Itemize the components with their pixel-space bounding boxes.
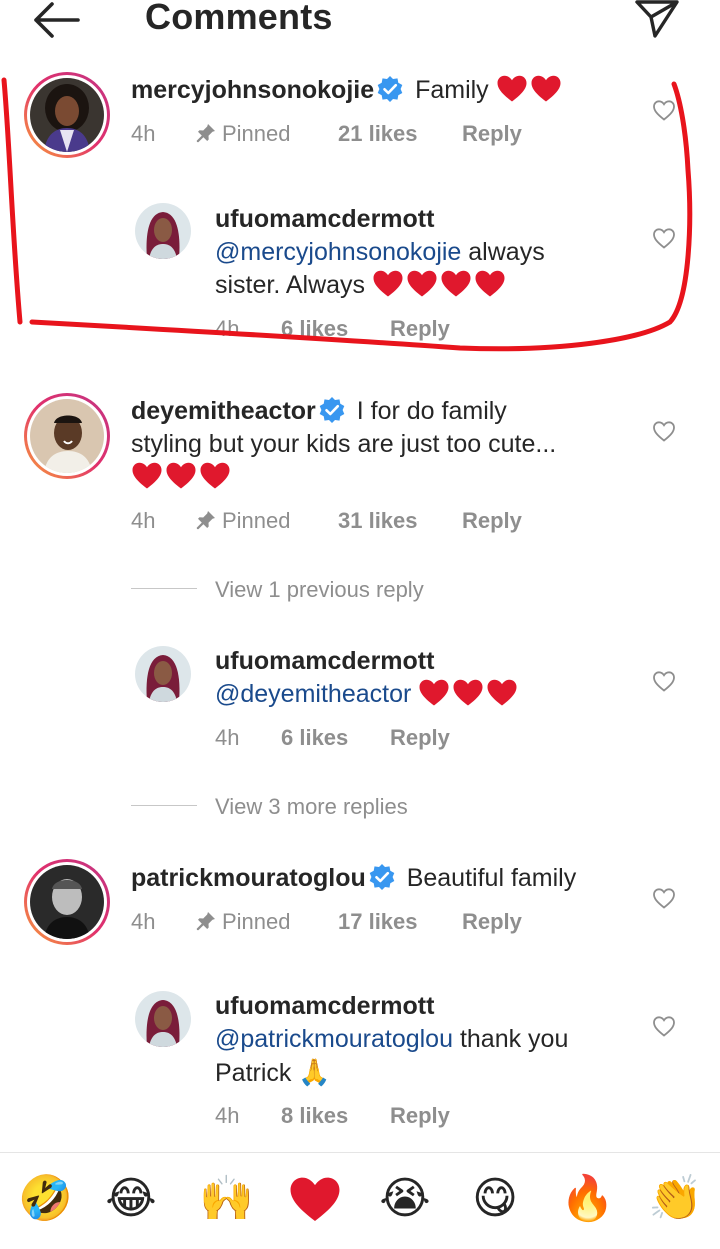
emoji-rofl-button[interactable]: 🤣 bbox=[18, 1172, 73, 1226]
divider bbox=[131, 588, 197, 589]
pinned-label: Pinned bbox=[196, 909, 291, 935]
comment-text: I for do family bbox=[356, 397, 507, 425]
heart-emoji bbox=[199, 461, 231, 490]
avatar[interactable] bbox=[24, 393, 110, 479]
reply-button[interactable]: Reply bbox=[390, 1103, 450, 1128]
reply-button[interactable]: Reply bbox=[390, 725, 450, 750]
verified-icon bbox=[318, 396, 346, 424]
emoji-raised-hands-button[interactable]: 🙌 bbox=[199, 1172, 254, 1226]
emoji-clap-button[interactable]: 👏 bbox=[648, 1172, 703, 1226]
emoji-fire-button[interactable]: 🔥 bbox=[560, 1172, 615, 1226]
comment-text: styling but your kids are just too cute.… bbox=[131, 430, 557, 458]
avatar[interactable] bbox=[135, 646, 191, 702]
emoji-heart-button[interactable] bbox=[288, 1174, 342, 1224]
like-heart-icon[interactable] bbox=[652, 670, 676, 692]
reply-username[interactable]: ufuomamcdermott bbox=[215, 992, 434, 1020]
reply-text: thank you bbox=[459, 1025, 569, 1053]
reply-time: 4h bbox=[215, 725, 240, 750]
emoji-sob-button[interactable]: 😭 bbox=[378, 1172, 432, 1226]
heart-emoji bbox=[452, 678, 484, 707]
heart-emoji bbox=[486, 678, 518, 707]
reply-button[interactable]: Reply bbox=[462, 909, 522, 934]
avatar[interactable] bbox=[24, 859, 110, 945]
comment-text: Beautiful family bbox=[406, 864, 577, 892]
like-heart-icon[interactable] bbox=[652, 1015, 676, 1037]
likes-count[interactable]: 8 likes bbox=[281, 1103, 348, 1128]
reply-username[interactable]: ufuomamcdermott bbox=[215, 647, 434, 675]
page-title: Comments bbox=[145, 0, 333, 37]
pinned-label: Pinned bbox=[196, 508, 291, 534]
divider bbox=[131, 805, 197, 806]
avatar[interactable] bbox=[135, 991, 191, 1047]
heart-emoji bbox=[131, 461, 163, 490]
mention-link[interactable]: @deyemitheactor bbox=[215, 680, 411, 708]
like-heart-icon[interactable] bbox=[652, 887, 676, 909]
emoji-joy-button[interactable]: 😂 bbox=[104, 1172, 158, 1226]
red-annotation-outline bbox=[1, 77, 693, 352]
mention-link[interactable]: @patrickmouratoglou bbox=[215, 1025, 453, 1053]
verified-icon bbox=[368, 863, 396, 891]
comment-username[interactable]: deyemitheactor bbox=[131, 397, 316, 425]
heart-emoji bbox=[165, 461, 197, 490]
view-previous-replies[interactable]: View 1 previous reply bbox=[215, 577, 424, 603]
reply-time: 4h bbox=[215, 1103, 240, 1128]
pin-icon bbox=[196, 911, 216, 931]
like-heart-icon[interactable] bbox=[652, 420, 676, 442]
send-icon[interactable] bbox=[634, 0, 680, 40]
likes-count[interactable]: 6 likes bbox=[281, 725, 348, 750]
reply-button[interactable]: Reply bbox=[462, 508, 522, 533]
likes-count[interactable]: 31 likes bbox=[338, 508, 418, 533]
likes-count[interactable]: 17 likes bbox=[338, 909, 418, 934]
pin-icon bbox=[196, 510, 216, 530]
comment-username[interactable]: patrickmouratoglou bbox=[131, 864, 366, 892]
back-arrow-icon[interactable] bbox=[30, 0, 82, 40]
comment-time: 4h bbox=[131, 508, 156, 533]
reply-text: Patrick bbox=[215, 1059, 292, 1087]
emoji-yum-button[interactable]: 😋 bbox=[468, 1172, 522, 1226]
pray-emoji: 🙏 bbox=[298, 1057, 331, 1087]
comment-time: 4h bbox=[131, 909, 156, 934]
heart-emoji bbox=[418, 678, 450, 707]
view-more-replies[interactable]: View 3 more replies bbox=[215, 794, 408, 820]
